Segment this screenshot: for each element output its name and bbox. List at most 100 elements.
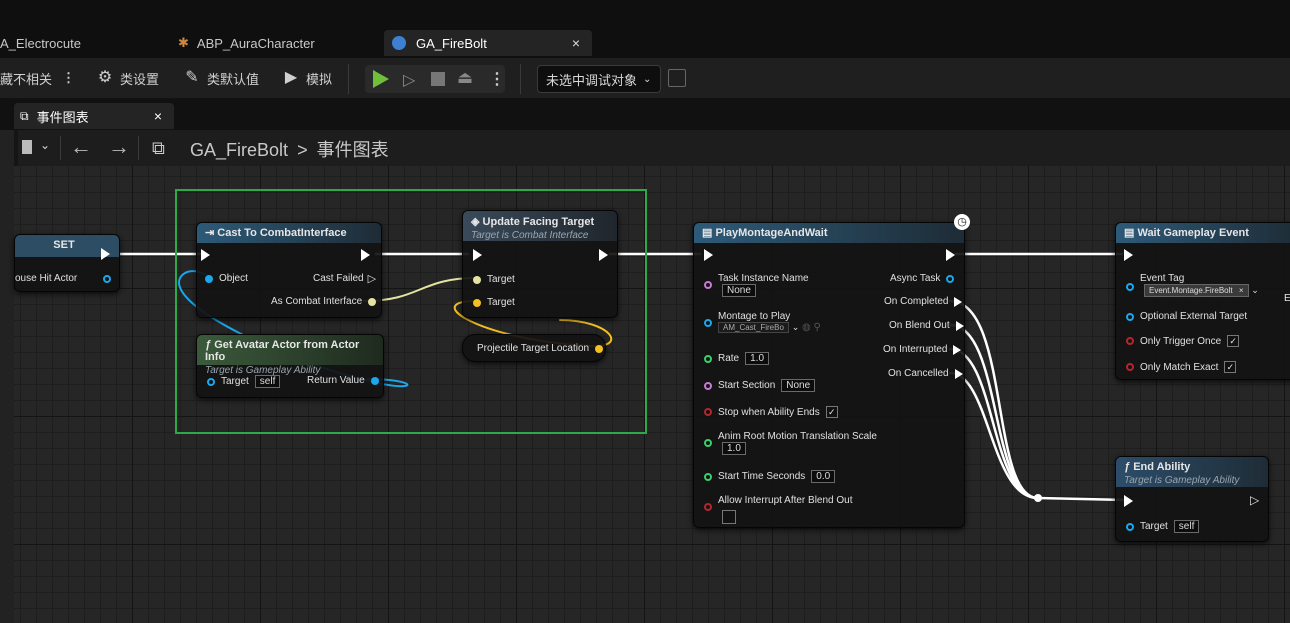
gameplay-tag-chip[interactable]: Event.Montage.FireBolt — [1149, 286, 1233, 295]
node-update-facing-target[interactable]: ◈ Update Facing Target Target is Combat … — [462, 210, 618, 318]
pin-label: Stop when Ability Ends — [718, 406, 820, 418]
cast-failed-pin[interactable]: Cast Failed ▷ — [313, 272, 376, 285]
on-cancelled-pin[interactable]: On Cancelled — [888, 368, 963, 379]
interface-pin[interactable] — [368, 297, 377, 306]
event-tag-pin[interactable]: Event Tag Event.Montage.FireBolt × ⌄ — [1126, 273, 1259, 297]
float-pin[interactable] — [704, 439, 712, 447]
rate-value[interactable]: 1.0 — [745, 352, 770, 365]
target-input-pin[interactable]: Target self — [1126, 520, 1200, 533]
bool-pin[interactable] — [704, 408, 712, 416]
target-input-pin[interactable]: Target self — [207, 375, 281, 388]
remove-tag-icon[interactable]: × — [1239, 286, 1244, 295]
exec-in-pin[interactable] — [1124, 495, 1133, 507]
node-get-avatar-actor[interactable]: ƒ Get Avatar Actor from Actor Info Targe… — [196, 334, 384, 398]
only-match-exact-checkbox[interactable]: ✓ — [1224, 361, 1237, 373]
anim-root-motion-pin[interactable]: Anim Root Motion Translation Scale 1.0 — [704, 431, 877, 455]
exec-out-pin[interactable] — [101, 248, 110, 260]
on-interrupted-pin[interactable]: On Interrupted — [883, 344, 962, 355]
node-wait-gameplay-event[interactable]: ▤ Wait Gameplay Event E Event Tag Event.… — [1115, 222, 1290, 380]
object-pin[interactable] — [370, 376, 379, 385]
bool-pin[interactable] — [704, 503, 712, 511]
task-instance-name-pin[interactable]: Task Instance Name None — [704, 273, 809, 297]
exec-out-pin[interactable] — [953, 344, 962, 355]
optional-external-target-pin[interactable]: Optional External Target — [1126, 311, 1247, 322]
struct-pin[interactable] — [1126, 283, 1134, 291]
object-pin[interactable] — [946, 274, 955, 283]
node-subtitle: Target is Combat Interface — [471, 230, 589, 241]
chevron-down-icon[interactable]: ⌄ — [792, 322, 800, 332]
node-set[interactable]: SET ouse Hit Actor — [14, 234, 120, 292]
name-pin[interactable] — [704, 281, 712, 289]
node-header: ▤ PlayMontageAndWait — [694, 223, 964, 243]
object-pin[interactable] — [205, 274, 213, 283]
exec-out-pin[interactable] — [361, 249, 370, 261]
exec-out-pin[interactable] — [954, 296, 963, 307]
rate-pin[interactable]: Rate 1.0 — [704, 352, 770, 365]
object-pin[interactable] — [704, 319, 712, 327]
mouse-hit-actor-pin[interactable]: ouse Hit Actor — [15, 273, 117, 284]
latent-clock-icon: ◷ — [954, 214, 970, 230]
use-selected-asset-icon[interactable]: ◍ — [802, 322, 811, 333]
on-blend-out-pin[interactable]: On Blend Out — [889, 320, 964, 331]
name-pin[interactable] — [704, 381, 712, 390]
task-instance-name-value[interactable]: None — [722, 284, 756, 297]
vector-pin[interactable] — [595, 344, 604, 353]
start-section-pin[interactable]: Start Section None — [704, 379, 816, 392]
stop-when-ability-ends-pin[interactable]: Stop when Ability Ends ✓ — [704, 406, 838, 418]
node-play-montage-and-wait[interactable]: ▤ PlayMontageAndWait ◷ Task Instance Nam… — [693, 214, 970, 528]
object-pin[interactable] — [103, 274, 112, 283]
exec-out-pin[interactable]: ▷ — [1250, 493, 1259, 507]
exec-in-pin[interactable] — [704, 249, 713, 261]
exec-in-pin[interactable] — [473, 249, 482, 261]
only-trigger-once-pin[interactable]: Only Trigger Once ✓ — [1126, 335, 1240, 347]
node-projectile-target-location[interactable]: Projectile Target Location — [462, 334, 606, 362]
float-pin[interactable] — [704, 354, 712, 363]
as-combat-interface-pin[interactable]: As Combat Interface — [271, 296, 382, 307]
allow-interrupt-checkbox[interactable] — [722, 510, 736, 524]
node-header: ◈ Update Facing Target Target is Combat … — [463, 211, 617, 241]
facing-target-vector-pin[interactable]: Target — [473, 297, 515, 308]
start-time-seconds-pin[interactable]: Start Time Seconds 0.0 — [704, 470, 836, 483]
vector-pin[interactable] — [473, 298, 481, 307]
exec-hollow-icon[interactable]: ▷ — [368, 272, 376, 285]
return-value-pin[interactable]: Return Value — [307, 375, 385, 386]
start-time-value[interactable]: 0.0 — [811, 470, 836, 483]
bool-pin[interactable] — [1126, 363, 1134, 371]
montage-asset-select[interactable]: AM_Cast_FireBo — [718, 322, 789, 333]
function-icon: ƒ — [205, 339, 212, 351]
bool-pin[interactable] — [1126, 337, 1134, 345]
object-input-pin[interactable]: Object — [205, 273, 248, 284]
interface-pin[interactable] — [473, 275, 481, 284]
pin-label: On Cancelled — [888, 368, 949, 379]
projectile-target-location-pin[interactable]: Projectile Target Location — [477, 343, 609, 354]
montage-to-play-pin[interactable]: Montage to Play AM_Cast_FireBo ⌄ ◍ ⚲ — [704, 311, 821, 333]
async-task-pin[interactable]: Async Task — [890, 273, 960, 284]
object-pin[interactable] — [1126, 312, 1134, 321]
pin-label: Event Tag — [1140, 273, 1185, 284]
only-trigger-once-checkbox[interactable]: ✓ — [1227, 335, 1240, 347]
pin-label: Anim Root Motion Translation Scale — [718, 431, 877, 442]
browse-asset-icon[interactable]: ⚲ — [814, 322, 821, 333]
exec-out-pin[interactable] — [955, 320, 964, 331]
only-match-exact-pin[interactable]: Only Match Exact ✓ — [1126, 361, 1237, 373]
float-pin[interactable] — [704, 472, 712, 481]
stop-when-ends-checkbox[interactable]: ✓ — [825, 406, 838, 418]
target-default-value[interactable]: self — [254, 375, 281, 388]
node-set-title: SET — [53, 239, 75, 251]
start-section-value[interactable]: None — [781, 379, 816, 392]
exec-in-pin[interactable] — [201, 249, 210, 261]
on-completed-pin[interactable]: On Completed — [884, 296, 963, 307]
allow-interrupt-pin[interactable]: Allow Interrupt After Blend Out — [704, 495, 853, 527]
node-cast-to-combat-interface[interactable]: ⇥ Cast To CombatInterface Object Cast Fa… — [196, 222, 382, 318]
exec-out-pin[interactable] — [599, 249, 608, 261]
node-end-ability[interactable]: ƒ End Ability Target is Gameplay Ability… — [1115, 456, 1269, 542]
object-pin[interactable] — [207, 377, 215, 386]
object-pin[interactable] — [1126, 522, 1134, 531]
target-interface-pin[interactable]: Target — [473, 274, 515, 285]
chevron-down-icon[interactable]: ⌄ — [1251, 285, 1259, 295]
exec-out-pin[interactable] — [946, 249, 955, 261]
exec-in-pin[interactable] — [1124, 249, 1133, 261]
anim-root-motion-value[interactable]: 1.0 — [722, 442, 746, 455]
target-default-value[interactable]: self — [1173, 520, 1200, 533]
exec-out-pin[interactable] — [954, 368, 963, 379]
